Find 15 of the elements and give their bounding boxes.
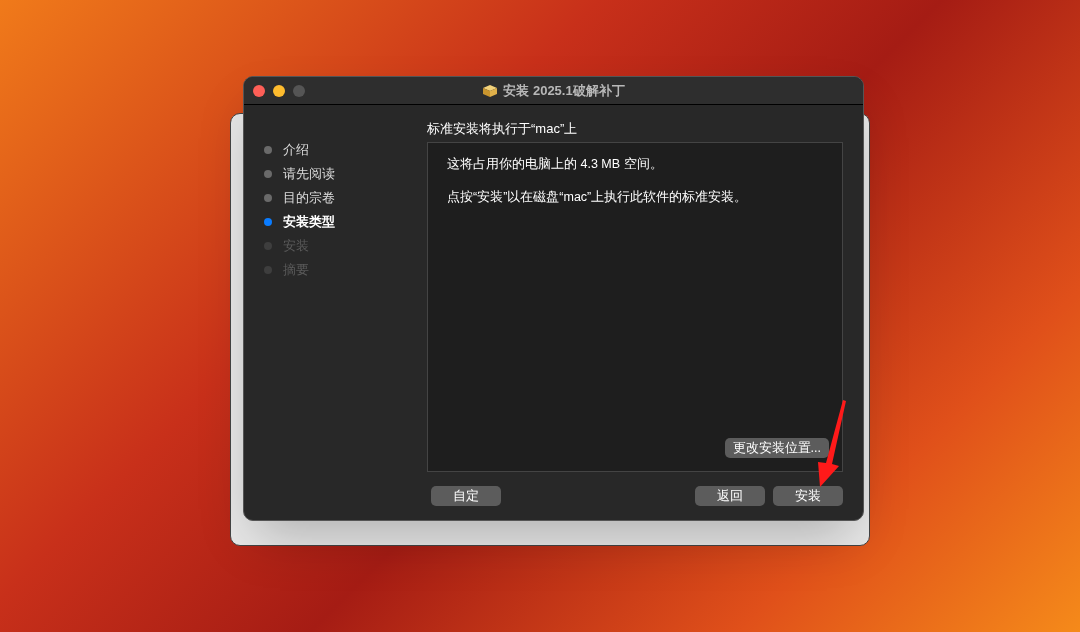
section-heading: 标准安装将执行于“mac”上 — [427, 120, 578, 139]
window-title: 安装 2025.1破解补丁 — [503, 81, 625, 100]
back-button[interactable]: 返回 — [695, 486, 765, 506]
info-text: 点按“安装”以在磁盘“mac”上执行此软件的标准安装。 — [447, 188, 749, 206]
package-icon — [482, 83, 499, 98]
step-label: 目的宗卷 — [283, 189, 335, 208]
step-label: 介绍 — [283, 141, 309, 160]
step-label: 请先阅读 — [283, 165, 335, 184]
install-button[interactable]: 安装 — [773, 486, 843, 506]
step-label: 安装类型 — [283, 213, 335, 232]
minimize-button[interactable] — [273, 84, 285, 97]
change-location-button[interactable]: 更改安装位置... — [724, 438, 829, 458]
close-button[interactable] — [253, 84, 265, 97]
customize-button[interactable]: 自定 — [431, 486, 501, 506]
info-text: 这将占用你的电脑上的 4.3 MB 空间。 — [447, 156, 664, 173]
